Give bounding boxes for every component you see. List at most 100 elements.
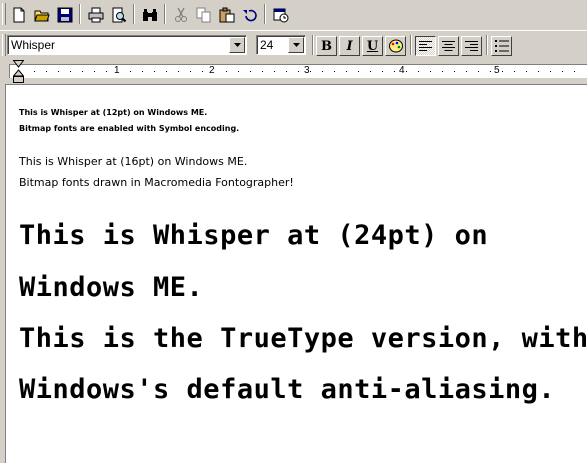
ruler-tick <box>286 71 287 72</box>
copy-button[interactable] <box>193 4 214 25</box>
ruler-tick <box>58 71 59 72</box>
align-right-button[interactable] <box>461 36 482 56</box>
ruler-tick <box>94 71 95 72</box>
ruler-tick <box>562 71 563 72</box>
toolbar-separator <box>410 35 412 55</box>
ruler-tick <box>382 71 383 72</box>
ruler-tick <box>226 71 227 72</box>
new-document-icon <box>13 7 24 22</box>
undo-button[interactable] <box>239 4 260 25</box>
ruler-tick <box>70 71 71 72</box>
ruler-tick <box>262 71 263 72</box>
format-toolbar: Whisper 24 B I U <box>0 30 587 58</box>
ruler-tick <box>106 71 107 72</box>
ruler[interactable]: 1 2 3 4 5 <box>0 58 587 84</box>
font-name-combo[interactable]: Whisper <box>7 35 247 55</box>
ruler-tick <box>478 71 479 72</box>
underline-button[interactable]: U <box>362 36 383 56</box>
ruler-tick <box>190 71 191 72</box>
find-button[interactable] <box>139 4 160 25</box>
toolbar-separator <box>264 4 266 24</box>
ruler-tick <box>238 71 239 72</box>
toolbar-grip[interactable] <box>2 3 6 25</box>
align-left-button[interactable] <box>415 36 436 56</box>
ruler-tick <box>250 71 251 72</box>
document-line: Bitmap fonts drawn in Macromedia Fontogr… <box>19 176 294 189</box>
binoculars-icon <box>142 8 157 21</box>
ruler-tick <box>574 71 575 72</box>
ruler-tick <box>154 71 155 72</box>
ruler-tick <box>442 71 443 72</box>
paste-button[interactable] <box>216 4 237 25</box>
indent-marker-icon[interactable] <box>13 60 24 84</box>
toolbar-separator <box>79 4 81 24</box>
cut-button[interactable] <box>170 4 191 25</box>
document-line: Windows ME. <box>19 272 204 303</box>
undo-arrow-icon <box>242 9 257 21</box>
ruler-tick <box>394 71 395 72</box>
save-button[interactable] <box>54 4 75 25</box>
toolbar-separator <box>486 35 488 55</box>
standard-toolbar <box>0 0 587 30</box>
ruler-tick <box>346 71 347 72</box>
font-size-dropdown-button[interactable] <box>288 37 304 53</box>
ruler-number: 4 <box>399 65 405 76</box>
copy-icon <box>196 7 210 22</box>
text-color-button[interactable] <box>385 36 406 56</box>
chevron-down-icon <box>233 43 241 47</box>
align-left-icon <box>419 40 432 51</box>
align-center-button[interactable] <box>438 36 459 56</box>
ruler-tick <box>202 71 203 72</box>
toolbar-separator <box>164 4 166 24</box>
ruler-tick <box>130 71 131 72</box>
font-name-dropdown-button[interactable] <box>229 37 245 53</box>
ruler-strip: 1 2 3 4 5 <box>9 64 587 78</box>
ruler-tick <box>274 71 275 72</box>
print-button[interactable] <box>85 4 106 25</box>
new-document-button[interactable] <box>8 4 29 25</box>
ruler-tick <box>298 71 299 72</box>
print-preview-icon <box>112 7 126 22</box>
floppy-disk-icon <box>57 7 72 22</box>
ruler-tick <box>466 71 467 72</box>
ruler-tick <box>322 71 323 72</box>
bold-button[interactable]: B <box>316 36 337 56</box>
ruler-tick <box>334 71 335 72</box>
scissors-icon <box>174 7 187 22</box>
italic-button[interactable]: I <box>339 36 360 56</box>
ruler-tick <box>454 71 455 72</box>
open-folder-icon <box>33 10 50 21</box>
document-line: Windows's default anti-aliasing. <box>19 374 556 405</box>
toolbar-grip[interactable] <box>2 34 6 56</box>
calendar-clock-icon <box>273 8 288 22</box>
ruler-tick <box>178 71 179 72</box>
document-line: This is the TrueType version, with <box>19 323 587 354</box>
ruler-tick <box>538 71 539 72</box>
align-center-icon <box>442 40 455 51</box>
document-area[interactable]: This is Whisper at (12pt) on Windows ME.… <box>5 84 587 463</box>
ruler-number: 1 <box>114 65 120 76</box>
ruler-tick <box>490 71 491 72</box>
ruler-tick <box>370 71 371 72</box>
printer-icon <box>88 7 103 22</box>
document-line: This is Whisper at (24pt) on <box>19 220 489 251</box>
bullets-button[interactable] <box>491 36 512 56</box>
ruler-tick <box>406 71 407 72</box>
document-line: This is Whisper at (16pt) on Windows ME. <box>19 155 248 168</box>
bullet-list-icon <box>494 40 509 52</box>
ruler-tick <box>550 71 551 72</box>
font-size-combo[interactable]: 24 <box>256 35 306 55</box>
ruler-number: 3 <box>304 65 310 76</box>
ruler-tick <box>310 71 311 72</box>
ruler-number: 5 <box>494 65 500 76</box>
font-size-value: 24 <box>260 38 274 52</box>
ruler-tick <box>418 71 419 72</box>
insert-date-time-button[interactable] <box>270 4 291 25</box>
open-button[interactable] <box>31 4 52 25</box>
ruler-number: 2 <box>209 65 215 76</box>
print-preview-button[interactable] <box>108 4 129 25</box>
ruler-tick <box>82 71 83 72</box>
ruler-tick <box>34 71 35 72</box>
document-line: This is Whisper at (12pt) on Windows ME. <box>19 108 208 117</box>
align-right-icon <box>465 40 478 51</box>
